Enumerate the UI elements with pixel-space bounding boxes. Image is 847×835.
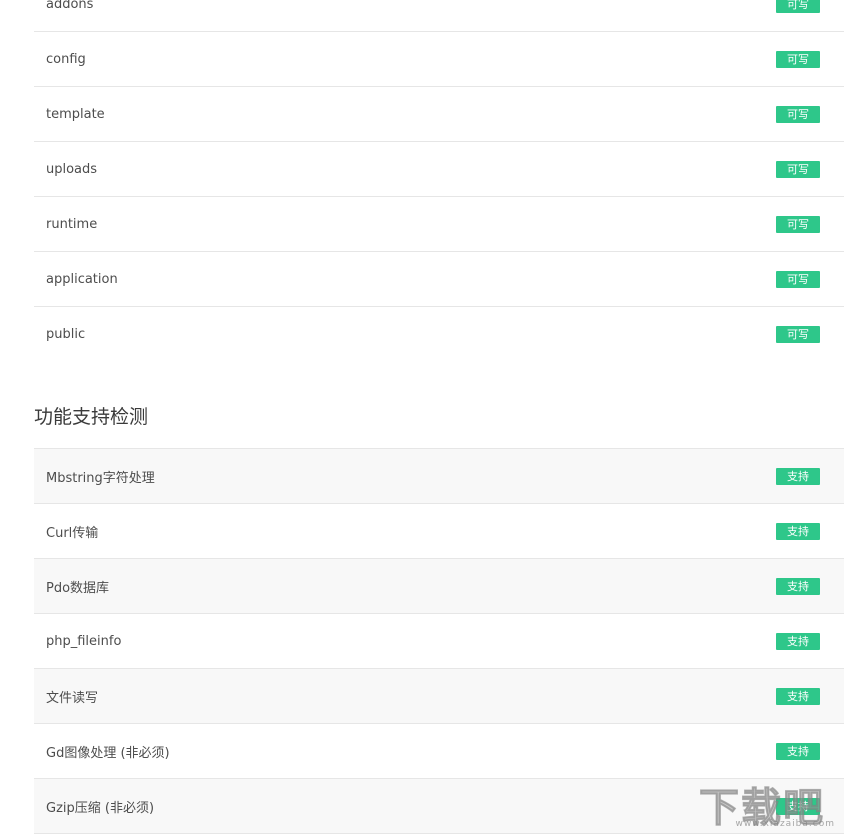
- table-row: Curl传输 支持: [34, 504, 844, 559]
- table-row: application 可写: [34, 252, 844, 307]
- table-row: Mbstring字符处理 支持: [34, 448, 844, 504]
- feature-name: Gzip压缩 (非必须): [46, 800, 155, 816]
- status-badge: 可写: [776, 215, 820, 233]
- directory-name: application: [46, 271, 118, 287]
- feature-name: Mbstring字符处理: [46, 470, 155, 486]
- table-row: php_fileinfo 支持: [34, 614, 844, 669]
- directory-name: public: [46, 326, 86, 342]
- watermark-logo: 下载吧 www.xiazaiba.com: [691, 771, 841, 832]
- status-badge: 可写: [776, 160, 820, 178]
- watermark-site-text: www.xiazaiba.com: [735, 819, 835, 829]
- status-badge: 支持: [776, 632, 820, 650]
- feature-name: Gd图像处理 (非必须): [46, 745, 170, 761]
- status-badge: 可写: [776, 50, 820, 68]
- status-badge: 可写: [776, 270, 820, 288]
- status-badge: 支持: [776, 577, 820, 595]
- status-badge: 支持: [776, 687, 820, 705]
- table-row: template 可写: [34, 87, 844, 142]
- directory-name: config: [46, 51, 86, 67]
- directory-name: template: [46, 106, 105, 122]
- feature-name: 文件读写: [46, 690, 99, 706]
- section-title: 功能支持检测: [34, 406, 149, 428]
- feature-name: Pdo数据库: [46, 580, 110, 596]
- status-badge: 可写: [776, 0, 820, 13]
- directory-permission-table: addons 可写 config 可写 template 可写 uploads …: [34, 0, 844, 361]
- status-badge: 支持: [776, 742, 820, 760]
- table-row: uploads 可写: [34, 142, 844, 197]
- table-row: runtime 可写: [34, 197, 844, 252]
- directory-name: runtime: [46, 216, 98, 232]
- table-row: config 可写: [34, 32, 844, 87]
- status-badge: 支持: [776, 467, 820, 485]
- status-badge: 支持: [776, 522, 820, 540]
- status-badge: 可写: [776, 105, 820, 123]
- feature-name: Curl传输: [46, 525, 99, 541]
- status-badge: 可写: [776, 325, 820, 343]
- install-check-page: addons 可写 config 可写 template 可写 uploads …: [0, 0, 847, 835]
- directory-name: addons: [46, 0, 94, 12]
- table-row: public 可写: [34, 307, 844, 361]
- table-row: Pdo数据库 支持: [34, 559, 844, 614]
- table-row: 文件读写 支持: [34, 669, 844, 724]
- directory-name: uploads: [46, 161, 98, 177]
- table-row: addons 可写: [34, 0, 844, 32]
- feature-name: php_fileinfo: [46, 633, 122, 649]
